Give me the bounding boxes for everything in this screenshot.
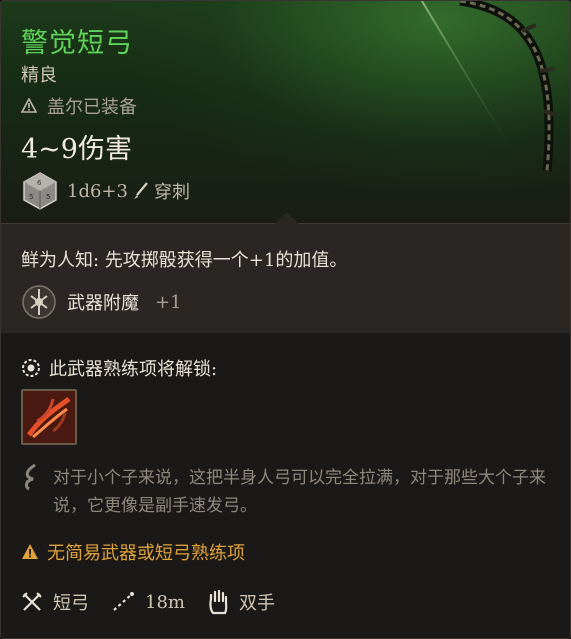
warning-icon — [22, 544, 38, 559]
proficiency-warning: 无简易武器或短弓熟练项 — [21, 539, 245, 565]
weapon-properties: 短弓 18m 双手 — [21, 589, 297, 615]
section-notch-top — [274, 212, 299, 224]
equipped-status: 盖尔已装备 — [21, 93, 137, 119]
details-section: 此武器熟练项将解锁: 对于小个子来说，这把半身人弓可以完全拉满，对于那些大个子来… — [1, 333, 570, 638]
item-rarity: 精良 — [21, 65, 57, 86]
skill-art — [23, 391, 75, 443]
enchantment-label: 武器附魔 — [67, 293, 139, 314]
weapon-handedness: 双手 — [207, 589, 275, 615]
enchantment-icon — [22, 285, 56, 319]
passive-description: 鲜为人知: 先攻掷骰获得一个+1的加值。 — [21, 250, 348, 271]
item-name: 警觉短弓 — [21, 28, 133, 59]
range-value: 18m — [145, 591, 185, 613]
tooltip-header: 警觉短弓 精良 盖尔已装备 4~9伤害 6 5 5 1d6+3 穿刺 — [1, 1, 570, 223]
handedness-label: 双手 — [238, 593, 275, 614]
enchantment-bonus: +1 — [155, 291, 182, 313]
damage-dice-row: 6 5 5 1d6+3 穿刺 — [21, 171, 190, 211]
enchantment-row: 武器附魔 +1 — [21, 284, 182, 320]
damage-dice: 1d6+3 — [67, 180, 128, 202]
weapon-type-label: 短弓 — [53, 593, 89, 614]
proficiency-unlock-text: 此武器熟练项将解锁: — [49, 359, 218, 380]
svg-text:6: 6 — [37, 179, 42, 187]
weapon-type: 短弓 — [21, 589, 89, 615]
piercing-shot-icon[interactable] — [21, 389, 77, 445]
hand-icon — [209, 589, 228, 615]
damage-type: 穿刺 — [153, 182, 190, 203]
quill-icon — [24, 463, 36, 491]
warning-icon — [21, 98, 37, 113]
item-tooltip: 警觉短弓 精良 盖尔已装备 4~9伤害 6 5 5 1d6+3 穿刺 鲜为人知:… — [0, 0, 571, 639]
proficiency-warning-text: 无简易武器或短弓熟练项 — [47, 543, 245, 564]
equipped-by-label: 盖尔已装备 — [47, 97, 137, 118]
damage-range: 4~9伤害 — [21, 134, 132, 165]
crossed-swords-icon — [22, 592, 42, 611]
passive-section: 鲜为人知: 先攻掷骰获得一个+1的加值。 武器附魔 +1 — [1, 212, 570, 346]
range-icon — [113, 592, 134, 611]
weapon-range: 18m — [111, 591, 185, 613]
piercing-icon — [133, 182, 148, 199]
bow-illustration — [421, 1, 557, 172]
dice-icon: 6 5 5 — [23, 172, 57, 210]
svg-text:5: 5 — [46, 193, 50, 201]
lore-text: 对于小个子来说，这把半身人弓可以完全拉满，对于那些大个子来说，它更像是副手速发弓… — [53, 468, 546, 516]
gear-badge-icon — [22, 359, 40, 377]
svg-text:5: 5 — [29, 193, 33, 201]
proficiency-unlock: 此武器熟练项将解锁: — [21, 355, 217, 381]
